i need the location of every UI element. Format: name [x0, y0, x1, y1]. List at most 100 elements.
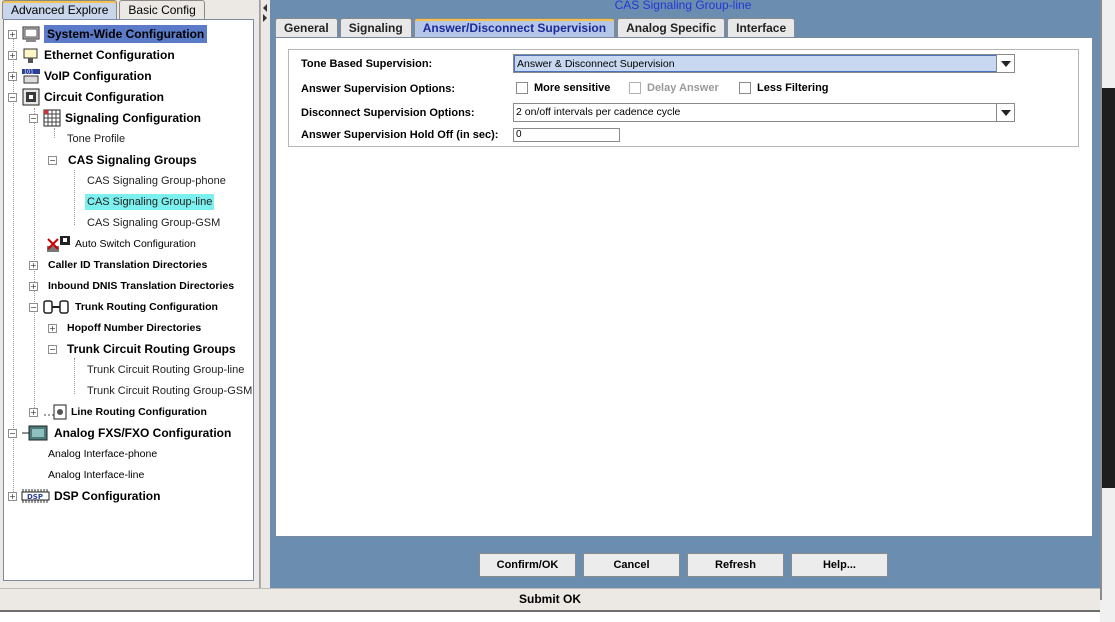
tree-node-line-routing[interactable]: + Line Routing Configuration	[29, 402, 207, 422]
expand-icon[interactable]: +	[29, 260, 38, 270]
tree-label: Trunk Circuit Routing Groups	[67, 342, 236, 356]
expand-icon[interactable]: +	[8, 29, 17, 39]
supervision-group: Tone Based Supervision: Answer & Disconn…	[288, 49, 1079, 147]
tree-node-hopoff[interactable]: + Hopoff Number Directories	[48, 318, 201, 338]
tree-label-selected: CAS Signaling Group-line	[85, 194, 215, 210]
tree-label: CAS Signaling Group-phone	[87, 175, 226, 187]
tree-node-ethernet[interactable]: + Ethernet Configuration	[8, 45, 175, 65]
tree-node-inbound-dnis[interactable]: + Inbound DNIS Translation Directories	[29, 276, 234, 296]
tree-node-dsp[interactable]: + DSP DSP Configuration	[8, 486, 160, 506]
tree-label: VoIP Configuration	[44, 69, 152, 83]
tree-node-caller-id[interactable]: + Caller ID Translation Directories	[29, 255, 207, 275]
tab-answer-disconnect[interactable]: Answer/Disconnect Supervision	[413, 18, 616, 37]
tree-node-cas-phone[interactable]: CAS Signaling Group-phone	[87, 171, 226, 191]
tree-node-voip[interactable]: + 101 VoIP Configuration	[8, 66, 152, 86]
delay-answer-checkbox[interactable]: Delay Answer	[629, 82, 719, 94]
tab-content: Tone Based Supervision: Answer & Disconn…	[275, 37, 1093, 537]
signaling-grid-icon	[42, 109, 62, 127]
tree-node-trunk-groups[interactable]: − Trunk Circuit Routing Groups	[48, 339, 236, 359]
collapse-icon[interactable]: −	[29, 302, 38, 312]
tree-label: Hopoff Number Directories	[67, 322, 202, 334]
tree-label: System-Wide Configuration	[44, 25, 208, 43]
tone-supervision-value: Answer & Disconnect Supervision	[514, 55, 997, 72]
tree-node-trunk-gsm[interactable]: Trunk Circuit Routing Group-GSM	[87, 381, 252, 401]
expand-icon[interactable]: +	[8, 71, 17, 81]
tree-guide-line	[74, 170, 75, 225]
config-tree: + System-Wide Configuration + Ethernet C…	[3, 19, 254, 581]
svg-text:101: 101	[24, 70, 34, 76]
collapse-icon[interactable]: −	[8, 92, 17, 102]
tree-node-trunk-line[interactable]: Trunk Circuit Routing Group-line	[87, 360, 244, 380]
tree-node-trunk-routing[interactable]: − Trunk Routing Configuration	[29, 297, 218, 317]
expand-icon[interactable]: +	[8, 491, 17, 501]
holdoff-input[interactable]: 0	[513, 128, 620, 142]
tree-label: CAS Signaling Groups	[68, 153, 197, 167]
collapse-right-arrow-icon[interactable]	[263, 14, 267, 22]
window-bottom-edge	[0, 610, 1100, 622]
cancel-button[interactable]: Cancel	[583, 553, 680, 577]
checkbox-box[interactable]	[629, 82, 641, 94]
tab-analog-specific[interactable]: Analog Specific	[617, 18, 726, 37]
tab-advanced-explore[interactable]: Advanced Explore	[2, 0, 118, 19]
tree-guide-line	[54, 128, 55, 138]
svg-text:DSP: DSP	[27, 493, 43, 501]
disconnect-options-label: Disconnect Supervision Options:	[301, 107, 475, 119]
tree-label: Trunk Circuit Routing Group-line	[87, 364, 245, 376]
confirm-button[interactable]: Confirm/OK	[479, 553, 576, 577]
background-window-dark-region	[1102, 88, 1115, 488]
refresh-button[interactable]: Refresh	[687, 553, 784, 577]
checkbox-label: Less Filtering	[757, 82, 829, 94]
expand-icon[interactable]: +	[8, 50, 17, 60]
tree-node-cas-gsm[interactable]: CAS Signaling Group-GSM	[87, 213, 220, 233]
tree-node-cas-groups[interactable]: − CAS Signaling Groups	[48, 150, 197, 170]
tone-supervision-select[interactable]: Answer & Disconnect Supervision	[513, 54, 1015, 73]
tree-label: Caller ID Translation Directories	[48, 259, 208, 271]
expand-icon[interactable]: +	[29, 281, 38, 291]
checkbox-box[interactable]	[516, 82, 528, 94]
tree-node-signaling[interactable]: − Signaling Configuration	[29, 108, 201, 128]
panel-title: CAS Signaling Group-line	[614, 0, 752, 12]
more-sensitive-checkbox[interactable]: More sensitive	[516, 82, 610, 94]
status-bar: Submit OK	[0, 588, 1100, 610]
tree-label: Circuit Configuration	[44, 90, 164, 104]
less-filtering-checkbox[interactable]: Less Filtering	[739, 82, 829, 94]
tab-general[interactable]: General	[275, 18, 338, 37]
tree-label: Analog Interface-line	[48, 469, 145, 481]
tree-node-analog-fxs[interactable]: − Analog FXS/FXO Configuration	[8, 423, 231, 443]
collapse-icon[interactable]: −	[48, 344, 57, 354]
navigation-pane: Advanced Explore Basic Config + System-W…	[0, 0, 260, 588]
pane-splitter[interactable]	[260, 0, 270, 588]
tree-label: DSP Configuration	[54, 489, 161, 503]
dropdown-arrow-icon[interactable]	[996, 104, 1014, 121]
trunk-routing-icon	[42, 298, 72, 316]
tree-node-tone-profile[interactable]: Tone Profile	[67, 129, 125, 149]
tree-node-analog-line[interactable]: Analog Interface-line	[48, 465, 144, 485]
action-button-bar: Confirm/OK Cancel Refresh Help...	[270, 545, 1096, 583]
collapse-icon[interactable]: −	[8, 428, 17, 438]
tree-label: Signaling Configuration	[65, 111, 201, 125]
computer-icon	[21, 25, 41, 43]
collapse-icon[interactable]: −	[29, 113, 38, 123]
tree-node-circuit[interactable]: − Circuit Configuration	[8, 87, 164, 107]
disconnect-options-select[interactable]: 2 on/off intervals per cadence cycle	[513, 103, 1015, 122]
collapse-icon[interactable]: −	[48, 155, 57, 165]
tree-node-cas-line[interactable]: CAS Signaling Group-line	[85, 192, 215, 212]
answer-options-label: Answer Supervision Options:	[301, 83, 456, 95]
expand-icon[interactable]: +	[48, 323, 57, 333]
tree-node-auto-switch[interactable]: Auto Switch Configuration	[46, 234, 196, 254]
analog-device-icon	[21, 424, 51, 442]
dropdown-arrow-icon[interactable]	[996, 55, 1014, 72]
help-button[interactable]: Help...	[791, 553, 888, 577]
detail-pane: CAS Signaling Group-line General Signali…	[270, 0, 1100, 588]
tree-node-analog-phone[interactable]: Analog Interface-phone	[48, 444, 157, 464]
expand-icon[interactable]: +	[29, 407, 38, 417]
tree-guide-line	[74, 358, 75, 394]
tab-basic-config[interactable]: Basic Config	[119, 0, 205, 19]
tree-node-system-wide[interactable]: + System-Wide Configuration	[8, 24, 208, 44]
tab-interface[interactable]: Interface	[727, 18, 796, 37]
tab-signaling[interactable]: Signaling	[339, 18, 412, 37]
collapse-left-arrow-icon[interactable]	[263, 4, 267, 12]
checkbox-box[interactable]	[739, 82, 751, 94]
tree-label: Line Routing Configuration	[71, 406, 207, 418]
auto-switch-icon	[46, 235, 72, 253]
